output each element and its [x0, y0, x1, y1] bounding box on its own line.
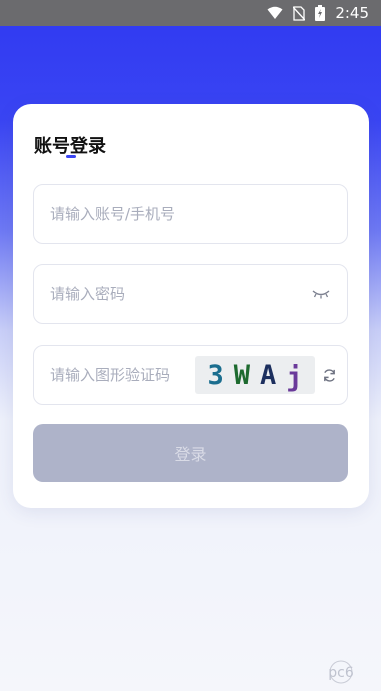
captcha-field[interactable]: 3 W A j [33, 345, 348, 405]
password-input[interactable] [50, 285, 311, 303]
account-field[interactable] [33, 184, 348, 244]
eye-closed-icon[interactable] [311, 287, 331, 301]
status-bar: 2:45 [0, 0, 381, 26]
captcha-char: W [233, 359, 250, 391]
wifi-icon [267, 6, 283, 20]
title-underline [66, 155, 76, 158]
captcha-image[interactable]: 3 W A j [195, 356, 315, 394]
refresh-icon[interactable] [321, 367, 337, 383]
captcha-char: j [286, 361, 303, 393]
password-field[interactable] [33, 264, 348, 324]
captcha-input[interactable] [50, 366, 195, 384]
battery-charging-icon [315, 5, 326, 21]
captcha-char: A [260, 359, 277, 391]
watermark-logo: pc6 [311, 659, 371, 685]
login-button[interactable]: 登录 [33, 424, 348, 482]
login-card: 账号登录 3 W A j [13, 104, 369, 508]
captcha-char: 3 [207, 359, 224, 391]
account-input[interactable] [50, 205, 331, 223]
watermark-text: pc6 [328, 665, 354, 681]
no-sim-icon [293, 5, 306, 21]
status-time: 2:45 [335, 4, 369, 22]
